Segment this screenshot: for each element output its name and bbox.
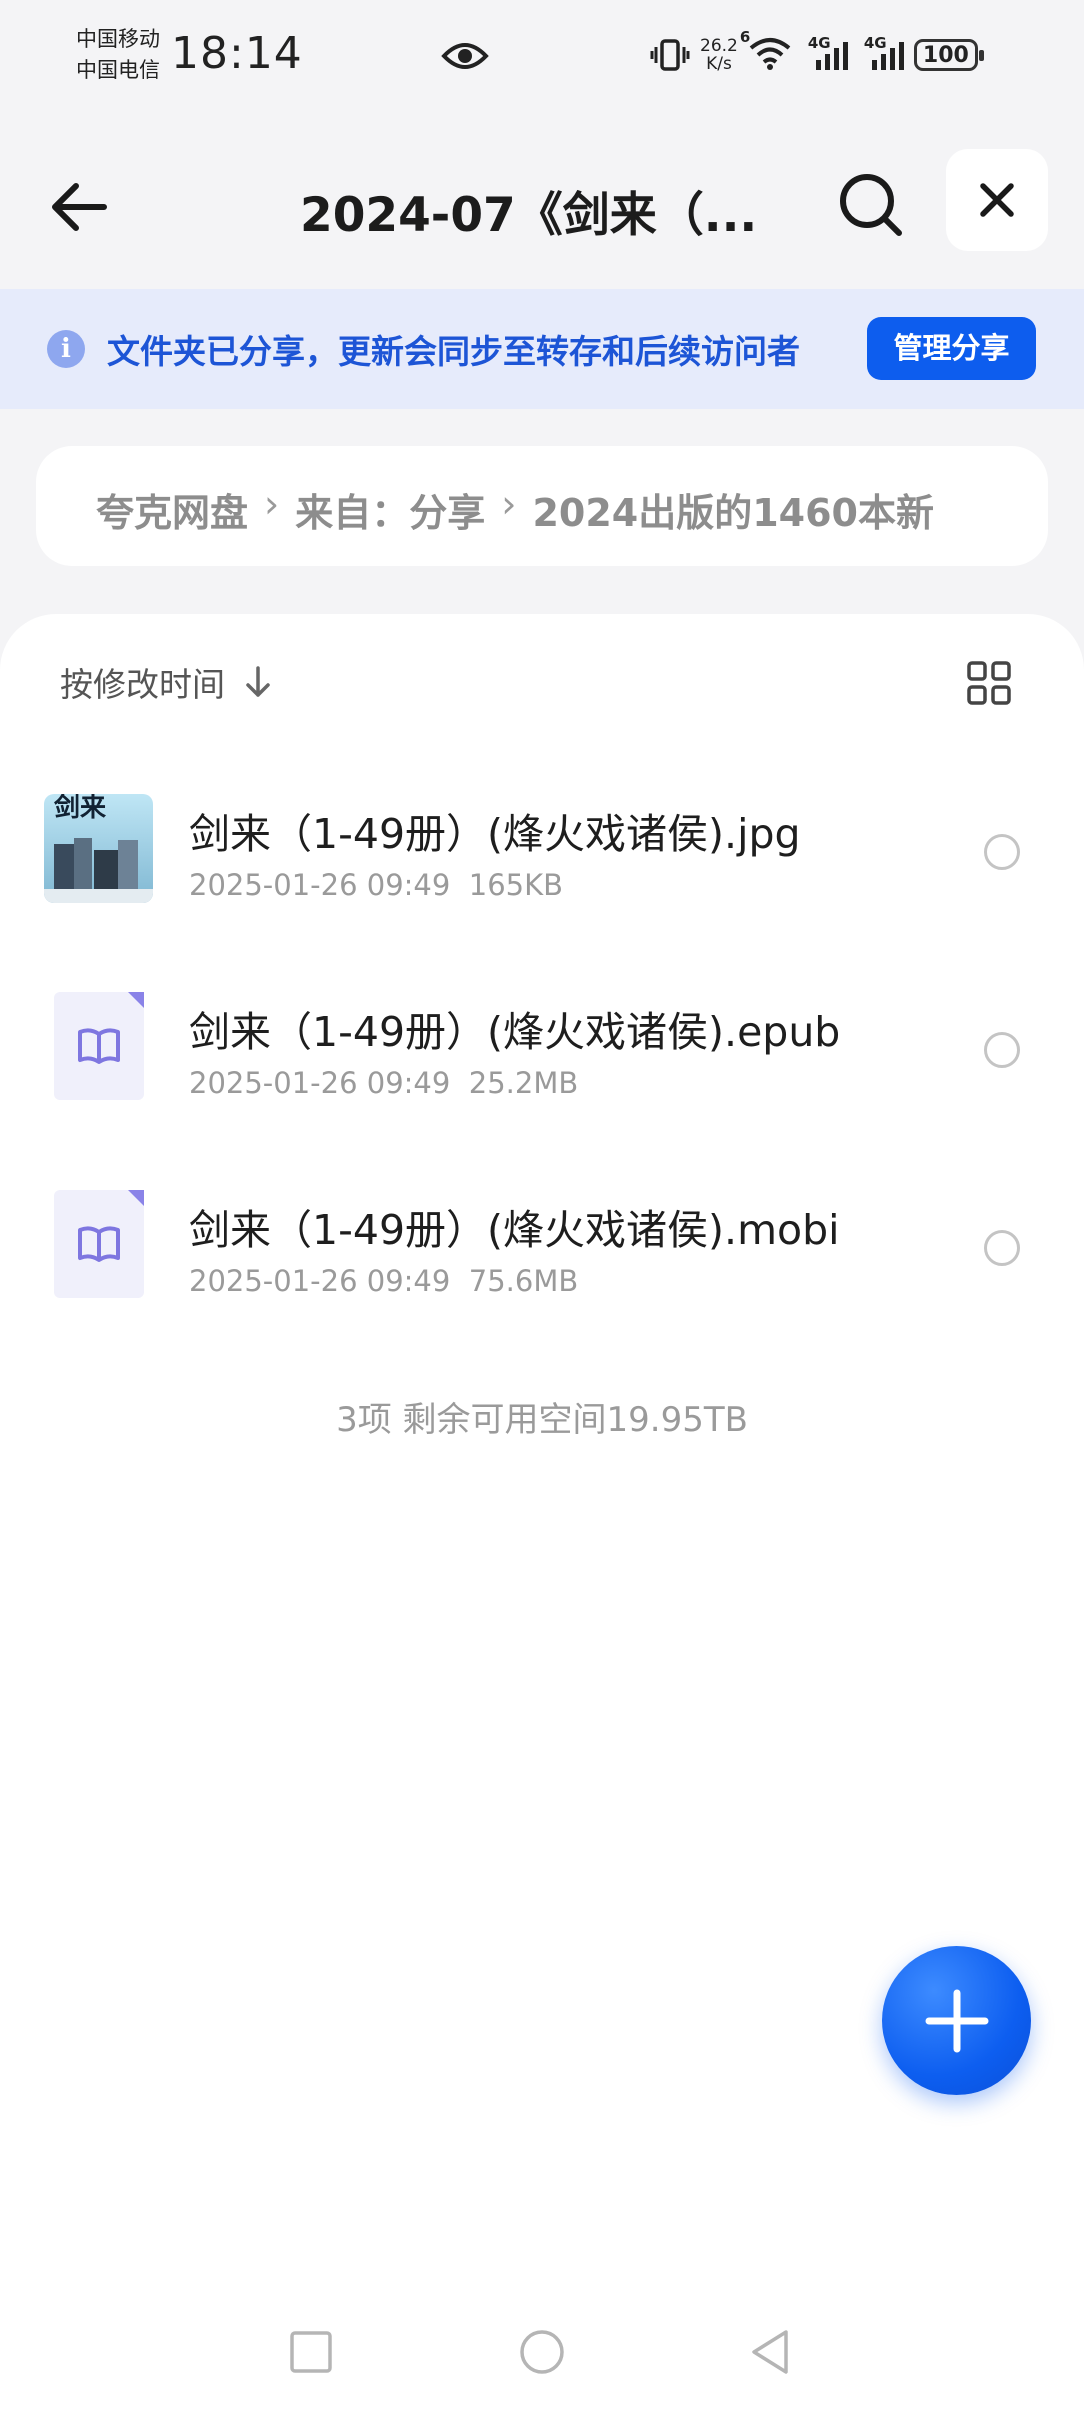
file-name: 剑来（1-49册）(烽火戏诸侯).jpg xyxy=(189,810,801,858)
file-size: 25.2MB xyxy=(468,1066,579,1100)
wifi-icon xyxy=(749,38,791,70)
chevron-right-icon: › xyxy=(264,482,280,526)
page-title: 2024-07《剑来（... xyxy=(300,188,758,243)
breadcrumb-item-folder[interactable]: 2024出版的1460本新 xyxy=(532,482,934,537)
file-date: 2025-01-26 09:49 xyxy=(189,868,451,902)
wifi: 6 xyxy=(740,28,792,74)
plus-icon xyxy=(925,1989,988,2052)
net-speed-unit: K/s xyxy=(706,54,732,74)
file-meta: 2025-01-26 09:49 165KB xyxy=(189,868,563,902)
signal-1: 4G xyxy=(808,34,848,70)
sort-button[interactable]: 按修改时间 xyxy=(60,658,273,706)
sort-label: 按修改时间 xyxy=(60,665,225,704)
breadcrumb: 夸克网盘 › 来自：分享 › 2024出版的1460本新 xyxy=(36,446,1048,566)
image-thumbnail: 剑来 xyxy=(44,794,153,903)
add-button[interactable] xyxy=(882,1946,1031,2095)
select-radio[interactable] xyxy=(984,1230,1020,1266)
file-row[interactable]: 剑来（1-49册）(烽火戏诸侯).mobi 2025-01-26 09:49 7… xyxy=(0,1160,1084,1358)
grid-view-icon[interactable] xyxy=(966,660,1012,706)
vibrate-icon xyxy=(650,39,690,71)
signal-2: 4G xyxy=(864,34,904,70)
system-navigation-bar xyxy=(0,2310,1084,2390)
status-icons: 26.2 K/s 6 4G 4G 100 xyxy=(650,28,984,80)
wifi-label: 6 xyxy=(739,28,751,46)
file-meta: 2025-01-26 09:49 25.2MB xyxy=(189,1066,578,1100)
breadcrumb-item-share[interactable]: 来自：分享 xyxy=(295,482,485,537)
select-radio[interactable] xyxy=(984,1032,1020,1068)
status-time: 18:14 xyxy=(171,28,303,79)
file-list-panel: 按修改时间 剑来 剑来（1-49册）(烽火戏诸侯).jpg 2025-01-26… xyxy=(0,614,1084,2412)
book-icon xyxy=(78,1226,120,1262)
manage-share-button[interactable]: 管理分享 xyxy=(867,317,1036,380)
eye-icon xyxy=(441,43,489,69)
ebook-file-thumbnail xyxy=(54,992,144,1100)
book-icon xyxy=(78,1028,120,1064)
arrow-down-icon xyxy=(246,666,270,697)
carrier-2: 中国电信 xyxy=(76,58,160,82)
net-speed: 26.2 K/s xyxy=(700,37,738,73)
select-radio[interactable] xyxy=(984,834,1020,870)
file-name: 剑来（1-49册）(烽火戏诸侯).epub xyxy=(189,1008,841,1056)
breadcrumb-item-root[interactable]: 夸克网盘 xyxy=(96,482,248,537)
carrier-1: 中国移动 xyxy=(76,27,160,51)
file-name: 剑来（1-49册）(烽火戏诸侯).mobi xyxy=(189,1206,840,1254)
home-icon[interactable] xyxy=(518,2328,566,2376)
close-button[interactable] xyxy=(946,149,1048,251)
info-icon: i xyxy=(47,330,85,368)
header-bar: 2024-07《剑来（... xyxy=(0,118,1084,288)
search-icon[interactable] xyxy=(836,170,906,240)
signal-2-label: 4G xyxy=(863,34,887,52)
storage-summary: 3项 剩余可用空间19.95TB xyxy=(336,1400,748,1440)
battery-indicator: 100 xyxy=(913,39,984,71)
file-size: 165KB xyxy=(468,868,564,902)
carrier-labels: 中国移动 中国电信 xyxy=(76,24,160,86)
status-bar: 中国移动 中国电信 18:14 26.2 K/s 6 4G 4G 100 xyxy=(0,0,1084,118)
arrow-left-icon[interactable] xyxy=(46,174,112,240)
share-banner: i 文件夹已分享，更新会同步至转存和后续访问者 管理分享 xyxy=(0,289,1084,409)
file-size: 75.6MB xyxy=(468,1264,579,1298)
signal-1-label: 4G xyxy=(807,34,831,52)
chevron-right-icon: › xyxy=(501,482,517,526)
file-date: 2025-01-26 09:49 xyxy=(189,1066,451,1100)
file-row[interactable]: 剑来 剑来（1-49册）(烽火戏诸侯).jpg 2025-01-26 09:49… xyxy=(0,764,1084,962)
share-message: 文件夹已分享，更新会同步至转存和后续访问者 xyxy=(107,332,800,371)
net-speed-value: 26.2 xyxy=(700,36,738,56)
close-icon xyxy=(980,183,1014,217)
file-row[interactable]: 剑来（1-49册）(烽火戏诸侯).epub 2025-01-26 09:49 2… xyxy=(0,962,1084,1160)
recents-icon[interactable] xyxy=(289,2330,333,2374)
file-date: 2025-01-26 09:49 xyxy=(189,1264,451,1298)
ebook-file-thumbnail xyxy=(54,1190,144,1298)
back-nav-icon[interactable] xyxy=(748,2328,792,2376)
file-meta: 2025-01-26 09:49 75.6MB xyxy=(189,1264,578,1298)
svg-text:剑来: 剑来 xyxy=(54,794,107,823)
